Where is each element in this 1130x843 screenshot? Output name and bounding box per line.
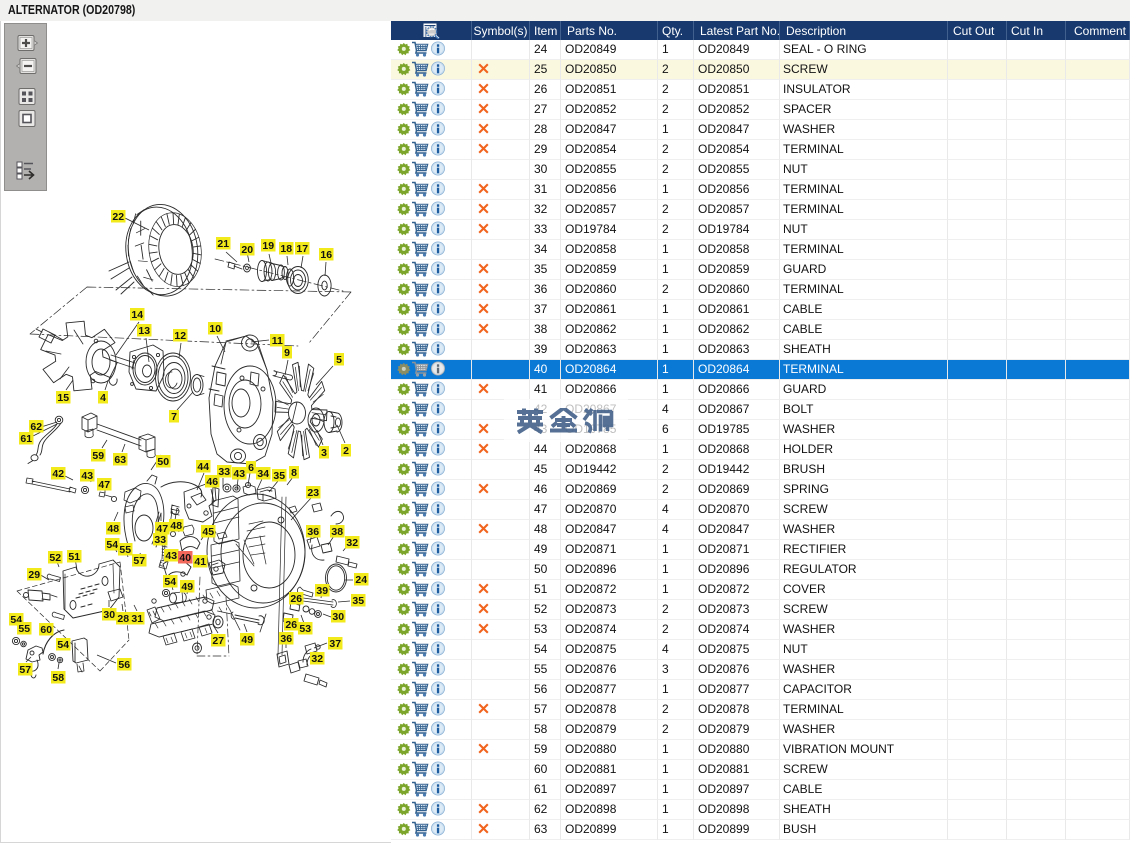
svg-text:42: 42 <box>52 468 64 480</box>
svg-text:27: 27 <box>212 635 224 647</box>
svg-text:53: 53 <box>299 623 311 635</box>
svg-text:36: 36 <box>280 633 292 645</box>
svg-text:28: 28 <box>117 613 129 625</box>
svg-text:13: 13 <box>138 325 150 337</box>
svg-text:30: 30 <box>103 609 115 621</box>
svg-text:35: 35 <box>352 595 364 607</box>
svg-text:6: 6 <box>248 462 254 474</box>
svg-text:46: 46 <box>206 476 218 488</box>
svg-text:58: 58 <box>52 672 64 684</box>
svg-text:29: 29 <box>28 569 40 581</box>
svg-text:39: 39 <box>316 585 328 597</box>
svg-text:8: 8 <box>291 467 297 479</box>
svg-text:54: 54 <box>57 639 69 651</box>
svg-text:40: 40 <box>179 552 191 564</box>
svg-text:5: 5 <box>336 354 342 366</box>
svg-text:63: 63 <box>114 454 126 466</box>
svg-text:38: 38 <box>331 526 343 538</box>
svg-text:32: 32 <box>311 653 323 665</box>
svg-text:51: 51 <box>68 551 80 563</box>
svg-text:54: 54 <box>164 576 176 588</box>
svg-text:61: 61 <box>20 433 32 445</box>
svg-text:7: 7 <box>171 411 177 423</box>
svg-text:36: 36 <box>307 526 319 538</box>
svg-text:57: 57 <box>133 555 145 567</box>
svg-text:60: 60 <box>40 624 52 636</box>
svg-text:56: 56 <box>118 659 130 671</box>
svg-text:19: 19 <box>262 240 274 252</box>
svg-text:55: 55 <box>18 623 30 635</box>
svg-text:52: 52 <box>49 552 61 564</box>
svg-text:34: 34 <box>257 468 269 480</box>
svg-text:21: 21 <box>217 238 229 250</box>
svg-text:48: 48 <box>107 523 119 535</box>
svg-text:57: 57 <box>19 664 31 676</box>
svg-text:22: 22 <box>112 211 124 223</box>
svg-text:16: 16 <box>320 249 332 261</box>
svg-text:50: 50 <box>157 456 169 468</box>
svg-text:26: 26 <box>285 619 297 631</box>
svg-text:55: 55 <box>119 544 131 556</box>
svg-text:18: 18 <box>280 243 292 255</box>
svg-text:12: 12 <box>174 330 186 342</box>
svg-text:43: 43 <box>165 550 177 562</box>
svg-text:49: 49 <box>181 581 193 593</box>
svg-text:49: 49 <box>241 634 253 646</box>
svg-text:32: 32 <box>346 537 358 549</box>
svg-text:30: 30 <box>332 611 344 623</box>
svg-text:23: 23 <box>307 487 319 499</box>
svg-text:35: 35 <box>273 470 285 482</box>
svg-text:33: 33 <box>154 534 166 546</box>
svg-text:41: 41 <box>194 556 206 568</box>
svg-text:62: 62 <box>30 421 42 433</box>
svg-text:43: 43 <box>81 470 93 482</box>
svg-text:3: 3 <box>321 447 327 459</box>
svg-text:9: 9 <box>284 347 290 359</box>
svg-text:54: 54 <box>106 539 118 551</box>
svg-text:17: 17 <box>296 243 308 255</box>
svg-text:45: 45 <box>202 526 214 538</box>
svg-text:43: 43 <box>233 468 245 480</box>
svg-text:44: 44 <box>197 461 209 473</box>
svg-text:33: 33 <box>218 466 230 478</box>
svg-text:47: 47 <box>98 479 110 491</box>
svg-text:20: 20 <box>241 244 253 256</box>
svg-text:4: 4 <box>100 392 106 404</box>
svg-text:31: 31 <box>131 613 143 625</box>
svg-text:15: 15 <box>57 392 69 404</box>
svg-text:10: 10 <box>209 323 221 335</box>
svg-text:59: 59 <box>92 450 104 462</box>
svg-text:37: 37 <box>329 638 341 650</box>
svg-text:2: 2 <box>343 445 349 457</box>
svg-text:14: 14 <box>131 309 143 321</box>
svg-text:26: 26 <box>290 593 302 605</box>
svg-text:24: 24 <box>355 574 367 586</box>
svg-text:48: 48 <box>170 520 182 532</box>
svg-text:11: 11 <box>272 335 283 347</box>
